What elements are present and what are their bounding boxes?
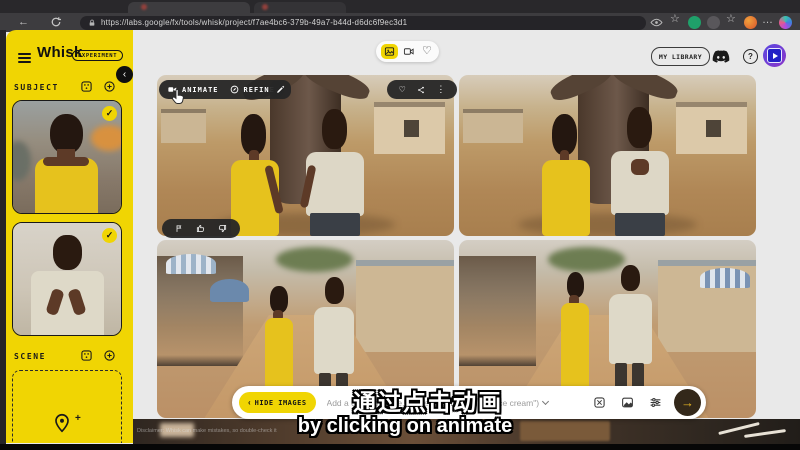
scene-dropzone[interactable]: + — [12, 370, 122, 443]
generated-image-2[interactable] — [459, 75, 756, 236]
image-mode-button[interactable] — [381, 44, 398, 59]
disclaimer-text: Disclaimer: Whisk can make mistakes, so … — [137, 428, 277, 434]
scene-dice-icon[interactable] — [80, 349, 93, 362]
mouse-cursor-icon — [170, 88, 187, 105]
image-meta-toolbar: ♡ ⋮ — [387, 80, 457, 99]
my-library-button[interactable]: MY LIBRARY — [651, 47, 710, 66]
trees — [276, 247, 353, 272]
location-pin-icon — [53, 413, 71, 433]
subtitle-chinese: 通过点击动画 — [353, 383, 503, 417]
scene-shape — [12, 141, 31, 181]
village-house — [374, 102, 445, 154]
thumbs-down-icon[interactable] — [218, 224, 227, 233]
subject-dice-icon[interactable] — [80, 80, 93, 93]
hide-images-label: HIDE IMAGES — [255, 399, 307, 407]
bookmark-star-icon[interactable]: ☆ — [670, 10, 680, 29]
feedback-toolbar — [162, 219, 240, 238]
letterbox-bar — [0, 444, 800, 450]
umbrella — [210, 279, 249, 302]
scene-shape — [91, 125, 122, 151]
like-heart-icon[interactable]: ♡ — [399, 80, 406, 99]
hide-images-button[interactable]: ‹ HIDE IMAGES — [239, 392, 316, 413]
extension-icon-dark[interactable] — [707, 16, 720, 29]
thumbs-up-icon[interactable] — [196, 224, 205, 233]
app-window: ← https://labs.google/fx/tools/whisk/pro… — [0, 0, 800, 450]
sidebar-collapse-button[interactable]: ‹ — [116, 66, 133, 83]
generated-image-1[interactable] — [157, 75, 454, 236]
figure-top-yellow — [35, 158, 98, 214]
figure-shoulders — [43, 157, 89, 166]
lock-icon — [88, 19, 96, 27]
scene-shape — [520, 421, 610, 441]
figure-woman — [536, 114, 595, 236]
umbrella — [700, 268, 750, 288]
selected-check-icon: ✓ — [102, 106, 117, 121]
browser-tab-strip — [0, 0, 800, 13]
plus-icon: + — [75, 413, 81, 424]
tab-favicon — [141, 4, 147, 10]
street-buildings — [459, 256, 536, 366]
discord-icon[interactable] — [712, 50, 730, 63]
flag-icon[interactable] — [175, 224, 183, 233]
profile-avatar-icon[interactable] — [744, 16, 757, 29]
street-buildings — [356, 260, 454, 353]
address-bar[interactable]: https://labs.google/fx/tools/whisk/proje… — [80, 16, 646, 30]
hamburger-menu-icon[interactable] — [18, 51, 31, 65]
url-text: https://labs.google/fx/tools/whisk/proje… — [101, 18, 407, 27]
subject-card-man[interactable]: ✓ — [12, 222, 122, 336]
magic-edit-button[interactable] — [270, 80, 291, 99]
extension-star-icon[interactable]: ☆ — [726, 10, 736, 29]
figure-shirt — [31, 271, 104, 335]
share-icon[interactable] — [417, 86, 425, 94]
user-avatar[interactable] — [763, 44, 786, 67]
figure-man — [608, 107, 673, 236]
prompt-dice-icon[interactable] — [593, 396, 606, 409]
scene-section-label: SCENE — [14, 352, 46, 361]
favorites-heart-button[interactable]: ♡ — [422, 44, 432, 57]
refine-icon — [230, 85, 239, 94]
sidebar: Whisk EXPERIMENT ‹ SUBJECT ✓ — [6, 30, 133, 443]
figure-head — [50, 114, 83, 154]
video-mode-button[interactable] — [403, 46, 415, 57]
subject-section-label: SUBJECT — [14, 83, 59, 92]
striped-awning — [166, 254, 216, 274]
village-house — [161, 109, 206, 143]
generated-image-grid — [157, 75, 756, 418]
experiment-badge: EXPERIMENT — [72, 50, 123, 61]
subject-add-icon[interactable] — [103, 80, 116, 93]
arrow-right-icon: → — [681, 396, 694, 409]
tab-favicon — [262, 4, 268, 10]
mode-toggle: ♡ — [376, 41, 439, 62]
chevron-down-icon[interactable] — [542, 397, 549, 404]
subject-card-woman[interactable]: ✓ — [12, 100, 122, 214]
submit-arrow-button[interactable]: → — [674, 389, 701, 416]
play-icon — [773, 53, 778, 59]
village-house — [463, 109, 522, 143]
chevron-left-icon: ‹ — [248, 398, 251, 407]
magic-pen-icon — [276, 85, 285, 94]
figure-woman — [225, 114, 284, 236]
prompt-settings-sliders-icon[interactable] — [649, 396, 662, 409]
prompt-image-icon[interactable] — [621, 396, 634, 409]
scene-shape — [744, 429, 786, 438]
scene-add-icon[interactable] — [103, 349, 116, 362]
subtitle-english: by clicking on animate — [298, 415, 513, 438]
village-house — [676, 102, 747, 154]
extension-icon-green[interactable] — [688, 16, 701, 29]
figure-man — [303, 109, 368, 236]
more-options-icon[interactable]: ⋮ — [436, 80, 445, 99]
refresh-icon[interactable] — [50, 16, 62, 28]
eye-icon[interactable] — [650, 16, 663, 29]
figure-head — [53, 235, 82, 270]
avatar-logo — [767, 48, 782, 63]
browser-menu-icon[interactable]: … — [762, 11, 773, 30]
help-button[interactable]: ? — [743, 49, 758, 64]
selected-check-icon: ✓ — [102, 228, 117, 243]
animate-button[interactable]: ANIMATE — [182, 86, 219, 94]
copilot-icon[interactable] — [779, 16, 792, 29]
